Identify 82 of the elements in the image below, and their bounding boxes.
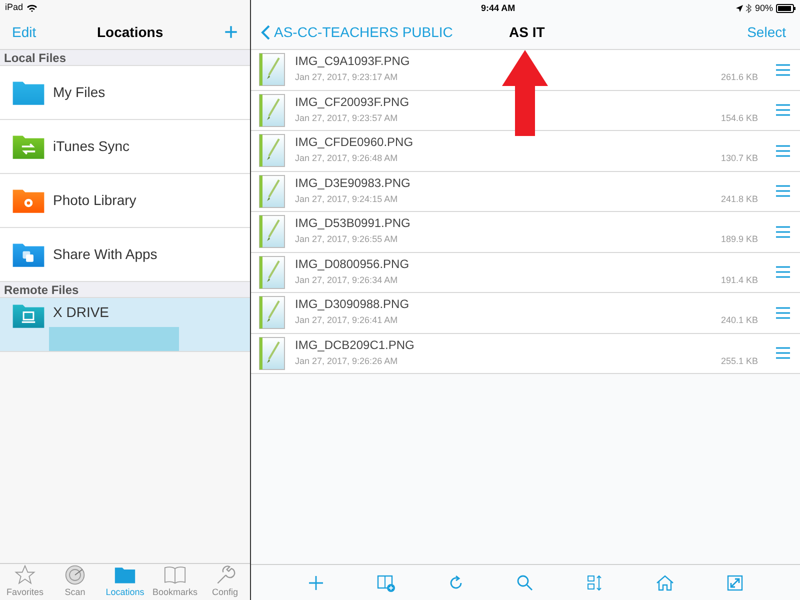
radar-icon <box>64 564 86 586</box>
back-button[interactable]: AS-CC-TEACHERS PUBLIC <box>261 22 453 43</box>
image-file-icon <box>259 53 285 86</box>
file-date: Jan 27, 2017, 9:26:26 AM <box>295 354 398 368</box>
wifi-icon <box>27 4 38 12</box>
location-item[interactable]: Share With Apps <box>0 228 250 282</box>
image-file-icon <box>259 336 285 370</box>
image-file-icon <box>259 215 285 248</box>
file-date: Jan 27, 2017, 9:23:17 AM <box>295 71 398 84</box>
book-icon <box>164 564 186 586</box>
file-name: IMG_DCB209C1.PNG <box>295 338 416 350</box>
location-item[interactable]: iTunes Sync <box>0 120 250 174</box>
home-icon[interactable] <box>655 572 676 592</box>
bluetooth-icon <box>746 4 752 14</box>
file-name: IMG_CFDE0960.PNG <box>295 136 414 148</box>
file-name: IMG_D3E90983.PNG <box>295 176 412 188</box>
menu-icon[interactable] <box>776 266 790 278</box>
expand-icon[interactable] <box>724 572 745 592</box>
image-file-icon <box>259 174 285 208</box>
file-name: IMG_CF20093F.PNG <box>295 96 410 108</box>
image-file-icon <box>259 94 285 127</box>
tab-bar-item[interactable]: Bookmarks <box>150 564 200 600</box>
section-header: Local Files <box>4 50 66 66</box>
file-name: IMG_D3090988.PNG <box>295 298 410 310</box>
file-name: IMG_D53B0991.PNG <box>295 217 412 229</box>
file-date: Jan 27, 2017, 9:23:57 AM <box>295 112 398 124</box>
file-size: 255.1 KB <box>720 354 758 368</box>
file-name: IMG_C9A1093F.PNG <box>295 55 411 67</box>
file-size: 130.7 KB <box>720 152 758 165</box>
menu-icon[interactable] <box>776 144 790 157</box>
folder-icon <box>12 133 45 160</box>
star-icon <box>14 564 36 586</box>
battery-icon <box>776 4 796 14</box>
tab-bar-item[interactable]: Config <box>200 564 250 600</box>
nav-title: AS IT <box>509 23 545 42</box>
file-size: 191.4 KB <box>720 274 758 286</box>
image-file-icon <box>259 134 285 168</box>
file-date: Jan 27, 2017, 9:26:34 AM <box>295 274 398 286</box>
menu-icon[interactable] <box>776 306 790 319</box>
menu-icon[interactable] <box>776 347 790 360</box>
image-file-icon <box>259 296 285 330</box>
device-label: iPad <box>5 1 24 14</box>
add-button[interactable]: + <box>224 20 238 44</box>
file-date: Jan 27, 2017, 9:26:55 AM <box>295 233 398 246</box>
select-button[interactable]: Select <box>747 22 790 43</box>
file-date: Jan 27, 2017, 9:26:48 AM <box>295 152 398 165</box>
file-size: 241.8 KB <box>720 192 758 206</box>
menu-icon[interactable] <box>776 64 790 76</box>
folder-icon <box>12 302 45 329</box>
nav-title: Locations <box>96 23 164 42</box>
tab-bar-item[interactable]: Favorites <box>0 564 50 600</box>
file-date: Jan 27, 2017, 9:24:15 AM <box>295 192 398 206</box>
file-size: 154.6 KB <box>720 112 758 124</box>
folder-icon <box>12 187 45 214</box>
menu-icon[interactable] <box>776 226 790 238</box>
location-item[interactable]: My Files <box>0 66 250 120</box>
location-item[interactable]: X DRIVE <box>0 298 250 352</box>
tab-bar-item[interactable]: Locations <box>100 564 150 600</box>
tab-bar-item[interactable]: Scan <box>50 564 100 600</box>
file-size: 240.1 KB <box>720 314 758 327</box>
chevron-left-icon <box>261 25 270 40</box>
location-label: Share With Apps <box>53 245 158 264</box>
location-label: Photo Library <box>53 191 136 210</box>
section-header: Remote Files <box>4 282 79 298</box>
menu-icon[interactable] <box>776 104 790 116</box>
folder-icon <box>12 241 45 268</box>
edit-button[interactable]: Edit <box>12 22 36 43</box>
location-label: My Files <box>53 83 106 102</box>
location-label: iTunes Sync <box>53 137 130 156</box>
location-label: X DRIVE <box>53 303 110 322</box>
menu-icon[interactable] <box>776 185 790 198</box>
book-plus-icon[interactable] <box>376 572 396 592</box>
location-item[interactable]: Photo Library <box>0 174 250 228</box>
image-file-icon <box>259 256 285 289</box>
status-time: 9:44 AM <box>481 2 516 15</box>
battery-percent: 90% <box>754 2 773 15</box>
file-date: Jan 27, 2017, 9:26:41 AM <box>295 314 398 327</box>
file-name: IMG_D0800956.PNG <box>295 258 410 270</box>
file-size: 189.9 KB <box>720 233 758 246</box>
file-size: 261.6 KB <box>720 71 758 84</box>
location-icon <box>736 5 743 12</box>
folder-icon <box>12 79 45 106</box>
